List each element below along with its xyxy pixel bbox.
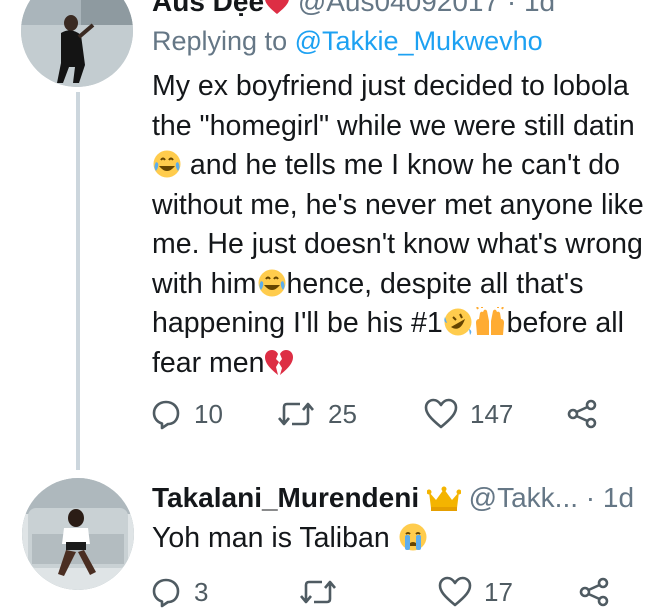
retweet-icon — [278, 402, 314, 426]
reply-button[interactable]: 3 — [150, 576, 298, 608]
tweet2-text: Yoh man is Taliban — [152, 519, 428, 564]
avatar-photo — [22, 478, 134, 590]
joy-emoji — [257, 268, 287, 310]
retweet-button[interactable]: 25 — [276, 398, 424, 430]
tweet-line: without me, he's never met anyone like — [152, 188, 644, 221]
tweet-line: and he tells me I know he can't do — [152, 146, 653, 186]
tweet-line: me. He just doesn't know what's wrong — [152, 228, 643, 260]
tweet1-actions: 10 25 147 — [150, 398, 598, 430]
tweet2-display-name[interactable]: Takalani_Murendeni — [152, 482, 419, 513]
tweet-line: fear men — [152, 344, 653, 384]
broken-heart-emoji — [264, 349, 294, 389]
like-count: 147 — [470, 398, 514, 429]
tweet2-text-content: Yoh man is Taliban — [152, 522, 398, 554]
share-icon — [579, 577, 609, 607]
like-button[interactable]: 147 — [424, 398, 566, 430]
tweet1-time[interactable]: 1d — [524, 0, 555, 17]
avatar-takalani[interactable] — [22, 478, 134, 590]
replying-label: Replying to — [152, 26, 288, 56]
joy-emoji — [152, 149, 182, 191]
like-button[interactable]: 17 — [438, 576, 578, 608]
share-button[interactable] — [578, 576, 610, 608]
replying-handle[interactable]: @Takkie_Mukwevho — [295, 26, 543, 56]
tweet-line: with him hence, despite all that's — [152, 265, 653, 305]
tweet2-handle[interactable]: @Takk... — [469, 482, 578, 513]
reply-count: 10 — [194, 398, 223, 429]
reply-icon — [152, 578, 180, 608]
tweet1-header: Aus Dẹe @Aus04092017 · 1d — [152, 0, 555, 23]
retweet-count: 25 — [328, 398, 357, 429]
tweet-line: the "homegirl" while we were still datin — [152, 109, 635, 142]
avatar-aus-dee[interactable] — [21, 0, 133, 87]
reply-button[interactable]: 10 — [150, 398, 276, 430]
share-icon — [567, 399, 597, 429]
tweet1-display-name[interactable]: Aus Dẹe — [152, 0, 264, 17]
tweet-line: happening I'll be his #1 before all — [152, 304, 653, 344]
tweet2-header: Takalani_Murendeni @Takk... · 1d — [152, 482, 634, 519]
rofl-emoji — [443, 307, 473, 349]
reply-count: 3 — [194, 576, 209, 607]
avatar-photo — [21, 0, 133, 87]
like-icon — [438, 576, 472, 607]
raised-hands-emoji — [473, 306, 507, 349]
tweet2-actions: 3 17 — [150, 576, 610, 608]
retweet-icon — [300, 580, 336, 604]
like-count: 17 — [484, 576, 513, 607]
crying-emoji — [398, 522, 428, 564]
tweet1-handle[interactable]: @Aus04092017 — [298, 0, 499, 17]
thread-line — [76, 92, 80, 470]
replying-to: Replying to @Takkie_Mukwevho — [152, 26, 543, 57]
tweet2-time[interactable]: · 1d — [586, 482, 634, 513]
tweet-line: My ex boyfriend just decided to lobola — [152, 70, 629, 102]
share-button[interactable] — [566, 398, 598, 430]
retweet-button[interactable] — [298, 576, 438, 608]
reply-icon — [152, 400, 180, 430]
crown-emoji — [426, 486, 462, 519]
like-icon — [424, 398, 458, 429]
heart-emoji — [264, 0, 290, 23]
tweet1-text: My ex boyfriend just decided to lobola t… — [152, 67, 653, 383]
